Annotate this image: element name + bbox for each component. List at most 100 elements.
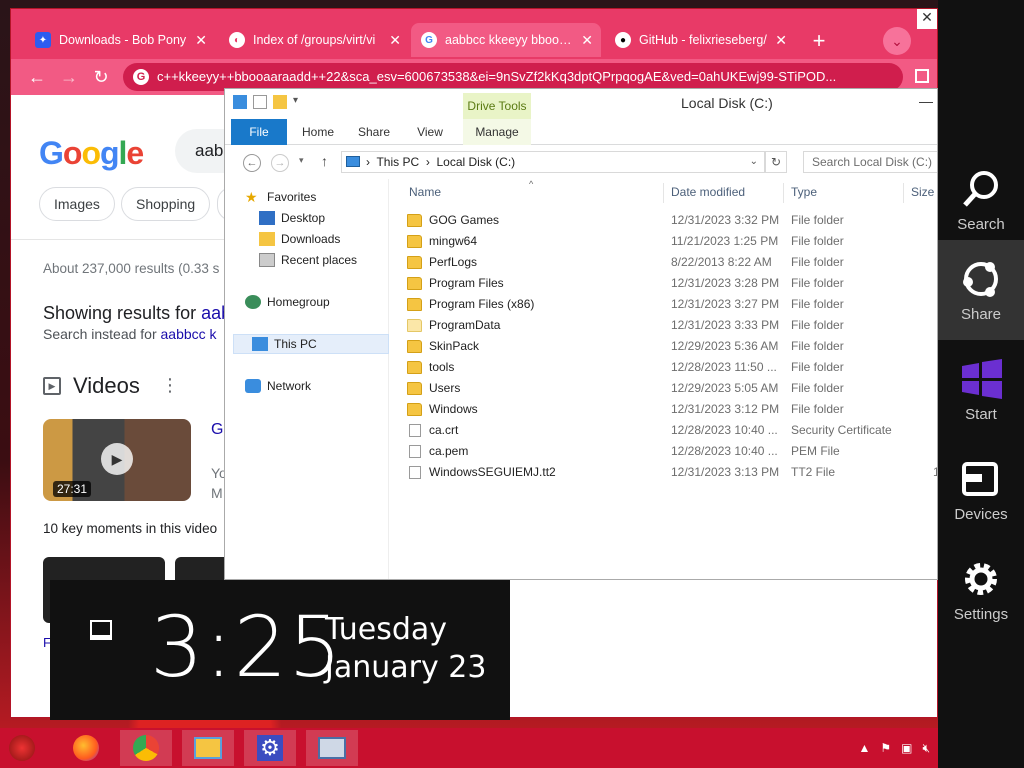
folder-row[interactable]: mingw64 11/21/2023 1:25 PM File folder <box>407 232 937 253</box>
google-logo[interactable]: Google <box>39 135 144 172</box>
url-text: c++kkeeyy++bbooaaraadd++22&sca_esv=60067… <box>157 69 837 84</box>
folder-row[interactable]: Windows 12/31/2023 3:12 PM File folder <box>407 400 937 421</box>
charm-search[interactable]: Search <box>938 150 1024 250</box>
taskbar-settings[interactable]: ⚙ <box>244 730 296 766</box>
file-row[interactable]: ca.pem 12/28/2023 10:40 ... PEM File <box>407 442 937 463</box>
nav-downloads[interactable]: Downloads <box>259 229 340 249</box>
nav-network[interactable]: Network <box>245 376 311 396</box>
up-arrow-icon[interactable]: ↑ <box>321 153 328 169</box>
side-panel-icon[interactable] <box>915 69 929 83</box>
tab-close-icon[interactable]: ✕ <box>581 32 593 49</box>
ribbon-tab-view[interactable]: View <box>407 119 453 145</box>
ribbon-tab-manage[interactable]: Manage <box>463 119 531 145</box>
folder-row[interactable]: SkinPack 12/29/2023 5:36 AM File folder <box>407 337 937 358</box>
charm-share[interactable]: Share <box>938 240 1024 340</box>
reload-icon[interactable]: ↻ <box>89 65 113 89</box>
column-divider[interactable] <box>903 183 904 203</box>
folder-row[interactable]: GOG Games 12/31/2023 3:32 PM File folder <box>407 211 937 232</box>
taskbar-computer[interactable] <box>306 730 358 766</box>
column-name[interactable]: Name <box>409 185 441 199</box>
charm-settings[interactable]: Settings <box>938 540 1024 640</box>
new-tab-button[interactable]: + <box>807 30 831 54</box>
network-icon[interactable]: ▣ <box>901 741 912 755</box>
file-date-modified: 12/29/2023 5:36 AM <box>671 339 779 353</box>
folder-row[interactable]: tools 12/28/2023 11:50 ... File folder <box>407 358 937 379</box>
back-arrow-icon[interactable]: ← <box>243 154 261 172</box>
column-type[interactable]: Type <box>791 185 817 199</box>
windows-start-icon <box>962 359 1002 399</box>
file-name: Program Files (x86) <box>429 297 535 311</box>
charm-start[interactable]: Start <box>938 340 1024 440</box>
tab-github[interactable]: ● GitHub - felixrieseberg/ ✕ <box>605 23 795 57</box>
breadcrumb-this-pc[interactable]: This PC <box>376 155 419 169</box>
chip-shopping[interactable]: Shopping <box>121 187 211 221</box>
ribbon-tabs: File Home Share View Manage <box>225 119 937 145</box>
tab-close-icon[interactable]: ✕ <box>195 32 207 49</box>
file-name: Program Files <box>429 276 504 290</box>
file-date-modified: 12/31/2023 3:13 PM <box>671 465 780 479</box>
settings-app-icon: ⚙ <box>257 735 283 761</box>
properties-icon[interactable] <box>253 95 267 109</box>
breadcrumb-sep-icon[interactable]: › <box>366 155 370 169</box>
clock-day: Tuesday <box>325 612 448 647</box>
show-hidden-icons-icon[interactable]: ▲ <box>858 741 870 755</box>
chip-images[interactable]: Images <box>39 187 115 221</box>
column-size[interactable]: Size <box>911 185 934 199</box>
folder-row[interactable]: Program Files 12/31/2023 3:28 PM File fold… <box>407 274 937 295</box>
explorer-search-input[interactable]: Search Local Disk (C:) <box>803 151 937 173</box>
nav-this-pc[interactable]: This PC <box>233 334 389 354</box>
tab-strip: ✦ Downloads - Bob Pony ✕ ◐ Index of /gro… <box>11 9 937 59</box>
forward-arrow-icon[interactable]: → <box>57 65 81 89</box>
nav-recent-places[interactable]: Recent places <box>259 250 357 270</box>
tab-downloads-bob-pony[interactable]: ✦ Downloads - Bob Pony ✕ <box>25 23 215 57</box>
column-divider[interactable] <box>663 183 664 203</box>
taskbar-firefox[interactable] <box>60 730 112 766</box>
ribbon-tab-file[interactable]: File <box>231 119 287 145</box>
column-divider[interactable] <box>783 183 784 203</box>
column-date-modified[interactable]: Date modified <box>671 185 745 199</box>
ribbon-tab-share[interactable]: Share <box>351 119 397 145</box>
file-row[interactable]: WindowsSEGUIEMJ.tt2 12/31/2023 3:13 PM TT2… <box>407 463 937 484</box>
charm-label: Devices <box>954 506 1008 523</box>
nav-desktop[interactable]: Desktop <box>259 208 325 228</box>
ribbon-tab-home[interactable]: Home <box>295 119 341 145</box>
breadcrumb[interactable]: › This PC › Local Disk (C:) ⌄ <box>341 151 765 173</box>
customize-qat-icon[interactable]: ▾ <box>293 95 298 109</box>
forward-arrow-icon[interactable]: → <box>271 154 289 172</box>
file-row[interactable]: ca.crt 12/28/2023 10:40 ... Security Certi… <box>407 421 937 442</box>
tab-google-search[interactable]: G aabbcc kkeeyy bbooaar ✕ <box>411 23 601 57</box>
tab-search-chevron-icon[interactable]: ⌄ <box>883 27 911 55</box>
folder-row[interactable]: Users 12/29/2023 5:05 AM File folder <box>407 379 937 400</box>
taskbar-file-explorer[interactable] <box>182 730 234 766</box>
tab-title: Downloads - Bob Pony <box>59 33 187 47</box>
file-date-modified: 11/21/2023 1:25 PM <box>671 234 779 248</box>
folder-row[interactable]: Program Files (x86) 12/31/2023 3:27 PM Fil… <box>407 295 937 316</box>
volume-muted-icon[interactable]: 🔇︎ <box>922 741 930 756</box>
address-dropdown-icon[interactable]: ⌄ <box>750 152 758 172</box>
folder-icon <box>407 319 422 332</box>
folder-row[interactable]: PerfLogs 8/22/2013 8:22 AM File folder <box>407 253 937 274</box>
taskbar-chrome[interactable] <box>120 730 172 766</box>
video-thumbnail[interactable]: ▶ 27:31 <box>43 419 191 501</box>
new-folder-icon[interactable] <box>273 95 287 109</box>
nav-label: Homegroup <box>267 295 330 309</box>
original-query-link[interactable]: aabbcc k <box>161 326 217 342</box>
more-vert-icon[interactable]: ⋮ <box>161 375 179 396</box>
nav-homegroup[interactable]: Homegroup <box>245 292 330 312</box>
folder-row[interactable]: ProgramData 12/31/2023 3:33 PM File folder <box>407 316 937 337</box>
address-bar[interactable]: G c++kkeeyy++bbooaaraadd++22&sca_esv=600… <box>123 63 903 91</box>
minimize-icon[interactable]: — <box>919 93 933 109</box>
breadcrumb-local-disk[interactable]: Local Disk (C:) <box>436 155 515 169</box>
start-ornament-icon[interactable] <box>0 730 44 766</box>
tab-close-icon[interactable]: ✕ <box>775 32 787 49</box>
nav-favorites[interactable]: ★ Favorites <box>245 187 316 207</box>
tab-close-icon[interactable]: ✕ <box>389 32 401 49</box>
action-center-flag-icon[interactable]: ⚑ <box>880 741 891 755</box>
window-close-icon[interactable]: ✕ <box>917 9 937 29</box>
back-arrow-icon[interactable]: ← <box>25 65 49 89</box>
recent-locations-chevron-icon[interactable]: ▾ <box>299 155 304 166</box>
tab-index-groups[interactable]: ◐ Index of /groups/virt/vi ✕ <box>219 23 409 57</box>
refresh-icon[interactable]: ↻ <box>765 151 787 173</box>
breadcrumb-sep-icon[interactable]: › <box>426 155 430 169</box>
charm-devices[interactable]: Devices <box>938 440 1024 540</box>
